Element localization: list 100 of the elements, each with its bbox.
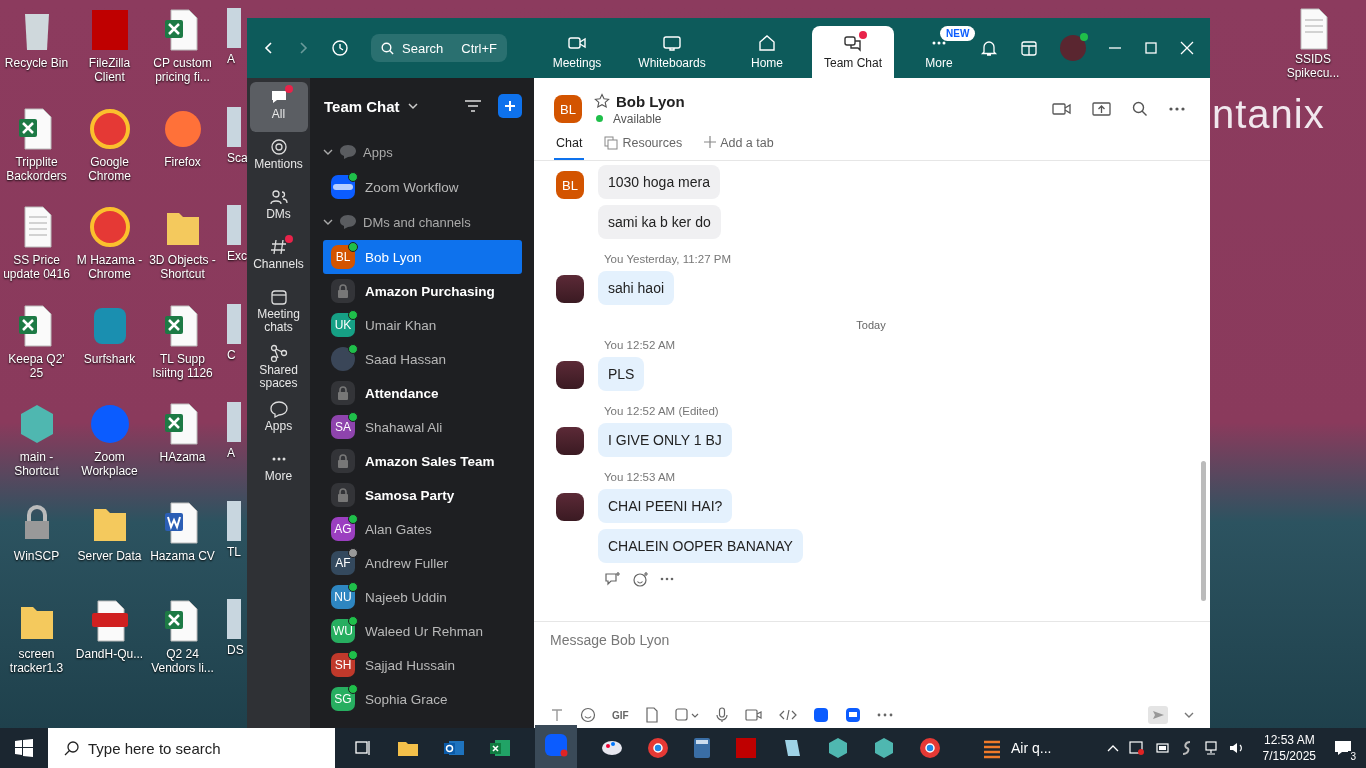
- weather-text[interactable]: Air q...: [1011, 740, 1052, 756]
- desktop-icon-label[interactable]: DandH-Qu...: [75, 647, 144, 661]
- desktop-icon-label[interactable]: Sca: [227, 150, 247, 165]
- app-icon[interactable]: [812, 707, 829, 723]
- sidebar-item[interactable]: DMs: [249, 182, 308, 232]
- spreadsheet-icon[interactable]: [489, 738, 511, 758]
- search-icon[interactable]: [1132, 101, 1148, 117]
- outlook-icon[interactable]: [443, 738, 465, 758]
- chat-list-item[interactable]: Zoom Workflow: [323, 170, 522, 204]
- desktop-icon-label[interactable]: Server Data: [77, 548, 142, 563]
- chat-list-item[interactable]: SH Sajjad Hussain: [323, 648, 522, 682]
- sidebar-item[interactable]: Mentions: [249, 132, 308, 182]
- desktop-icon-label[interactable]: WinSCP: [13, 548, 60, 563]
- section-header[interactable]: DMs and channels: [323, 204, 522, 240]
- nav-tab[interactable]: NEW More: [898, 26, 980, 78]
- chevron-up-icon[interactable]: [1106, 744, 1119, 752]
- speaker-icon[interactable]: [1228, 741, 1245, 755]
- chat-list-item[interactable]: AG Alan Gates: [323, 512, 522, 546]
- chat-list-item[interactable]: Attendance: [323, 376, 522, 410]
- screenshot-icon[interactable]: [674, 707, 699, 723]
- star-icon[interactable]: [594, 93, 610, 109]
- sidebar-item[interactable]: All: [249, 82, 308, 132]
- sidebar-item[interactable]: Meeting chats: [249, 282, 308, 338]
- desktop-icon-label[interactable]: Keepa Q2' 25: [0, 351, 73, 380]
- desktop-icon-label[interactable]: M Hazama - Chrome: [73, 253, 146, 281]
- clock-time[interactable]: 12:53 AM: [1263, 732, 1315, 748]
- desktop-icon-label[interactable]: 3D Objects - Shortcut: [146, 253, 219, 281]
- more-icon[interactable]: [876, 713, 893, 717]
- file-icon[interactable]: [227, 106, 241, 147]
- desktop-icon-label[interactable]: Hazama CV: [150, 548, 215, 563]
- cube-icon[interactable]: [873, 737, 895, 759]
- avatar[interactable]: [1060, 35, 1086, 61]
- desktop-icon-label[interactable]: CP custom pricing fi...: [146, 56, 219, 84]
- clock-date[interactable]: 7/15/2025: [1262, 748, 1316, 764]
- desktop-icon-label[interactable]: SSIDS Spikecu...: [1280, 52, 1346, 80]
- desktop-icon-label[interactable]: Recycle Bin: [4, 56, 69, 70]
- chat-list-item[interactable]: SG Sophia Grace: [323, 682, 522, 716]
- more-icon[interactable]: [660, 577, 674, 581]
- desktop-icon-label[interactable]: DS: [227, 643, 244, 657]
- chevron-down-icon[interactable]: [407, 102, 418, 110]
- windows-start-icon[interactable]: [15, 739, 33, 757]
- nav-tab[interactable]: Home: [726, 26, 808, 78]
- file-icon[interactable]: [227, 303, 241, 344]
- app-icon[interactable]: [844, 707, 861, 723]
- chat-tab[interactable]: Add a tab: [702, 136, 776, 160]
- network-icon[interactable]: [1202, 741, 1219, 755]
- chat-list-item[interactable]: Amazon Purchasing: [323, 274, 522, 308]
- desktop-icon-label[interactable]: Surfshark: [83, 351, 136, 366]
- sidebar-item[interactable]: Channels: [249, 232, 308, 282]
- tray-app-icon[interactable]: [1128, 740, 1145, 756]
- emoji-icon[interactable]: [632, 571, 650, 587]
- back-icon[interactable]: [263, 41, 275, 55]
- chat-list-item[interactable]: BL Bob Lyon: [323, 240, 522, 274]
- emoji-icon[interactable]: [580, 707, 596, 723]
- video-icon[interactable]: [1052, 101, 1072, 117]
- desktop-icon-label[interactable]: Zoom Workplace: [73, 450, 146, 478]
- sidebar-item[interactable]: More: [249, 444, 308, 494]
- chat-list-item[interactable]: NU Najeeb Uddin: [323, 580, 522, 614]
- desktop-icon-label[interactable]: Exc: [227, 249, 247, 263]
- desktop-icon-label[interactable]: Tripplite Backorders: [0, 154, 73, 183]
- more-icon[interactable]: [1168, 106, 1186, 112]
- battery-icon[interactable]: [1154, 741, 1171, 755]
- nav-tab[interactable]: Whiteboards: [622, 26, 722, 78]
- avatar[interactable]: BL: [554, 95, 582, 123]
- desktop-icon-label[interactable]: A: [227, 52, 235, 66]
- history-icon[interactable]: [331, 39, 349, 57]
- maximize-icon[interactable]: [1144, 41, 1158, 55]
- new-chat-button[interactable]: [498, 94, 522, 118]
- taskbar-search-field[interactable]: Type here to search: [48, 728, 335, 768]
- sidebar-item[interactable]: Apps: [249, 394, 308, 444]
- chat-list-item[interactable]: AF Andrew Fuller: [323, 546, 522, 580]
- forward-icon[interactable]: [297, 41, 309, 55]
- nav-tab[interactable]: Team Chat: [812, 26, 894, 78]
- cube-icon[interactable]: [827, 737, 849, 759]
- desktop-icon-label[interactable]: A: [227, 446, 235, 460]
- chat-list-item[interactable]: UK Umair Khan: [323, 308, 522, 342]
- desktop-icon-label[interactable]: HAzama: [159, 450, 206, 464]
- desktop-icon-label[interactable]: C: [227, 347, 236, 362]
- share-screen-icon[interactable]: [1092, 101, 1112, 117]
- chat-tab[interactable]: Chat: [554, 136, 585, 160]
- desktop-icon-label[interactable]: main - Shortcut: [0, 450, 73, 478]
- chat-tab[interactable]: Resources: [602, 136, 685, 160]
- desktop-icon-label[interactable]: TL: [227, 544, 241, 559]
- file-icon[interactable]: [644, 707, 659, 723]
- chat-list-item[interactable]: SA Shahawal Ali: [323, 410, 522, 444]
- gif-button[interactable]: GIF: [612, 709, 629, 721]
- microphone-icon[interactable]: [714, 707, 729, 723]
- chat-list-item[interactable]: WU Waleed Ur Rehman: [323, 614, 522, 648]
- calculator-icon[interactable]: [693, 737, 711, 759]
- desktop-icon-label[interactable]: TL Supp Isiitng 1126: [146, 351, 219, 380]
- calendar-icon[interactable]: [1020, 39, 1038, 57]
- desktop-icon-label[interactable]: SS Price update 0416: [0, 253, 73, 281]
- section-header[interactable]: Apps: [323, 134, 522, 170]
- bell-icon[interactable]: [980, 39, 998, 57]
- desktop-icon-label[interactable]: Google Chrome: [73, 154, 146, 183]
- file-icon[interactable]: [227, 500, 241, 541]
- desktop-icon-label[interactable]: FileZilla Client: [73, 56, 146, 84]
- filter-icon[interactable]: [464, 99, 482, 113]
- search-field[interactable]: Search Ctrl+F: [371, 34, 507, 62]
- desktop-icon-label[interactable]: Firefox: [164, 154, 201, 169]
